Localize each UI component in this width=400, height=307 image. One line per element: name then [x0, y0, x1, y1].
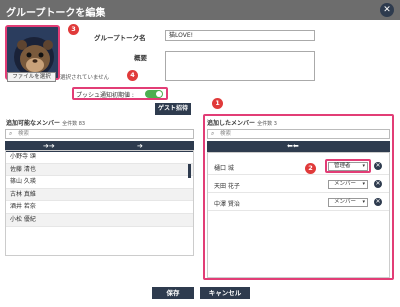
member-name: 樋口 城 [214, 165, 234, 172]
description-label: 概要 [134, 54, 147, 62]
list-scrollbar[interactable] [188, 164, 191, 178]
added-members-title: 追加したメンバー 全件数 3 [207, 118, 277, 127]
list-item[interactable]: 篠山 久瑛 [6, 176, 193, 189]
available-title-text: 追加可能なメンバー [6, 120, 61, 127]
available-count: 全件数 83 [62, 121, 86, 127]
added-arrow-bar: ⬅⬅ [207, 141, 390, 152]
cancel-button[interactable]: キャンセル [200, 287, 250, 299]
search-icon: ⌕ [211, 130, 215, 137]
list-item[interactable]: 佐藤 清也 [6, 163, 193, 177]
group-name-input[interactable]: 猫LOVE! [165, 30, 315, 41]
close-icon[interactable]: ✕ [380, 3, 394, 17]
group-name-label: グループトーク名 [94, 34, 146, 42]
list-item[interactable]: 小野寺 頌 [6, 151, 193, 164]
list-item[interactable]: 小松 優紀 [6, 213, 193, 227]
added-title-text: 追加したメンバー [207, 120, 256, 127]
dialog-titlebar: グループトークを編集 ✕ [0, 0, 400, 20]
double-arrow-left-icon[interactable]: ⬅⬅ [287, 141, 299, 152]
available-search-input[interactable]: ⌕ 検索 [5, 129, 194, 139]
member-name: 天田 花子 [214, 183, 240, 190]
guest-invite-button[interactable]: ゲスト招待 [155, 103, 191, 115]
remove-icon[interactable]: ✕ [374, 180, 382, 188]
badge-4: 4 [127, 70, 138, 81]
list-item[interactable]: 古林 真維 [6, 188, 193, 202]
file-status-text: 選択されていません [60, 75, 110, 81]
remove-icon[interactable]: ✕ [374, 198, 382, 206]
role-value: メンバー [334, 199, 357, 205]
badge-1: 1 [212, 98, 223, 109]
chevron-down-icon: ▾ [362, 199, 365, 205]
remove-icon[interactable]: ✕ [374, 162, 382, 170]
search-icon: ⌕ [9, 130, 13, 137]
added-count: 全件数 3 [257, 121, 277, 127]
toggle-knob [156, 91, 162, 97]
push-notification-label: プッシュ通知初期値 : [76, 92, 134, 99]
added-search-placeholder: 検索 [220, 131, 232, 137]
dialog-title: グループトークを編集 [6, 8, 106, 19]
chevron-down-icon: ▾ [362, 181, 365, 187]
table-row: 中澤 賢治 メンバー ▾ ✕ [208, 194, 389, 211]
list-item[interactable]: 酒井 若奈 [6, 201, 193, 214]
available-search-placeholder: 検索 [18, 131, 30, 137]
role-select-highlight [325, 159, 371, 173]
available-member-list: 小野寺 頌 佐藤 清也 篠山 久瑛 古林 真維 酒井 若奈 小松 優紀 [5, 150, 194, 256]
role-select[interactable]: メンバー ▾ [328, 198, 368, 207]
table-row: 天田 花子 メンバー ▾ ✕ [208, 176, 389, 193]
role-select[interactable]: メンバー ▾ [328, 180, 368, 189]
push-notification-toggle[interactable] [145, 90, 163, 98]
member-name: 中澤 賢治 [214, 201, 240, 208]
save-button[interactable]: 保存 [152, 287, 194, 299]
choose-file-button[interactable]: ファイルを選択 [7, 72, 56, 82]
badge-3: 3 [68, 24, 79, 35]
description-input[interactable] [165, 51, 315, 81]
added-search-input[interactable]: ⌕ 検索 [207, 129, 390, 139]
role-value: メンバー [334, 181, 357, 187]
available-members-title: 追加可能なメンバー 全件数 83 [6, 118, 85, 127]
